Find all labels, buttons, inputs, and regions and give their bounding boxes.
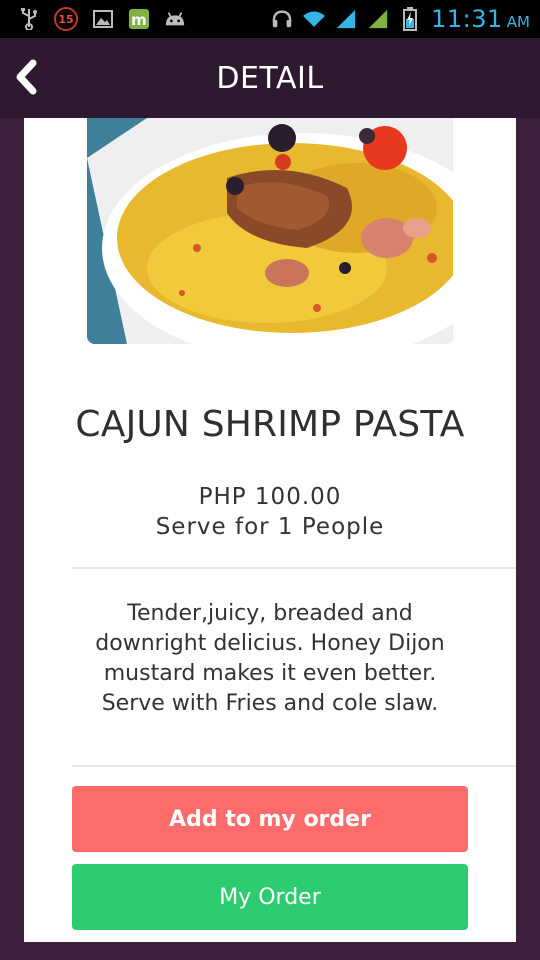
dish-name: CAJUN SHRIMP PASTA: [75, 404, 465, 445]
battery-charging-icon: [399, 7, 421, 31]
add-to-order-button[interactable]: Add to my order: [72, 786, 468, 852]
android-icon: [164, 8, 186, 30]
headset-icon: [271, 8, 293, 30]
dish-image: [87, 118, 453, 344]
notification-count: 15: [58, 12, 74, 26]
app-icon: m: [128, 8, 150, 30]
svg-text:m: m: [131, 11, 147, 29]
dish-photo: [87, 118, 453, 344]
usb-icon: [18, 8, 40, 30]
clock-time: 11:31: [431, 5, 503, 33]
divider: [72, 567, 516, 569]
signal-icon: [335, 8, 357, 30]
wifi-icon: [303, 8, 326, 30]
back-button[interactable]: [6, 52, 46, 102]
dish-serving: Serve for 1 People: [155, 514, 385, 540]
dish-price: PHP 100.00: [198, 484, 342, 510]
divider: [72, 765, 516, 767]
notification-badge: 15: [54, 7, 78, 31]
dish-description: Tender,juicy, breaded and downright deli…: [95, 601, 445, 716]
chevron-left-icon: [16, 59, 37, 95]
image-icon: [92, 8, 114, 30]
clock: 11:31 AM: [431, 5, 530, 33]
detail-card: CAJUN SHRIMP PASTA PHP 100.00 Serve for …: [24, 118, 516, 942]
clock-ampm: AM: [506, 13, 530, 31]
my-order-button[interactable]: My Order: [72, 864, 468, 930]
signal-icon: [367, 8, 389, 30]
app-header: DETAIL: [0, 38, 540, 118]
status-bar: 15 m 11:31 AM: [0, 0, 540, 38]
page-title: DETAIL: [216, 60, 324, 96]
